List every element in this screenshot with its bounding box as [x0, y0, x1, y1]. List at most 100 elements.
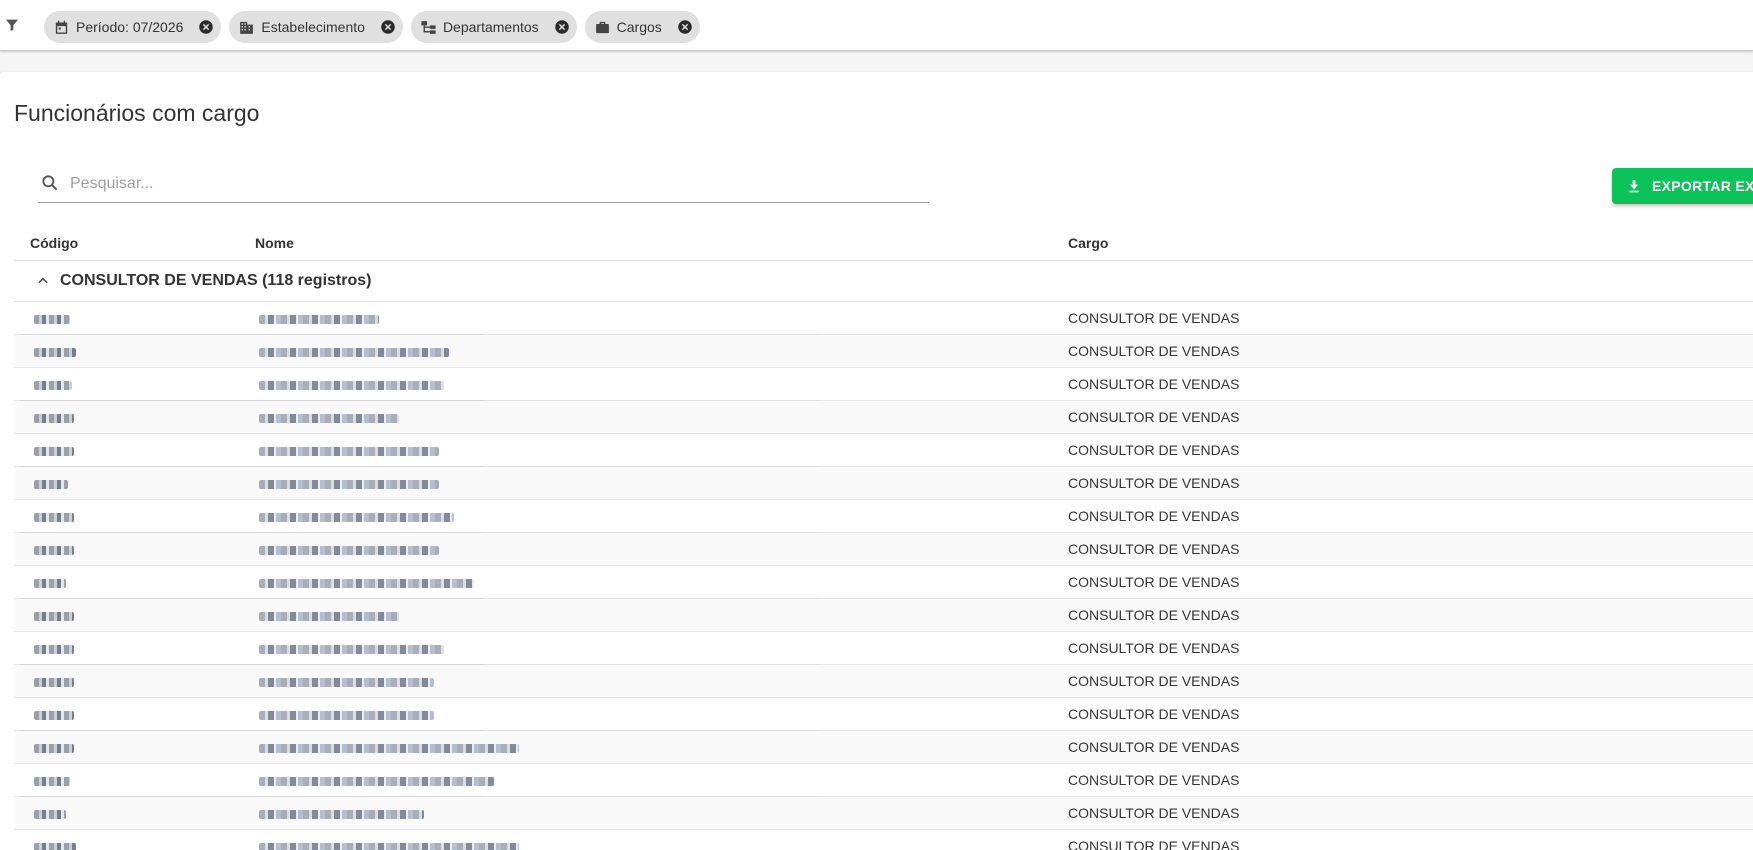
- employee-name-redacted: [259, 777, 494, 786]
- employee-cargo: CONSULTOR DE VENDAS: [1068, 673, 1240, 689]
- filter-chips: Período: 07/2026 Estabelecimento Departa…: [44, 11, 700, 43]
- employee-code-redacted: [34, 711, 74, 720]
- employee-name-redacted: [259, 546, 439, 555]
- table-row[interactable]: CONSULTOR DE VENDAS: [14, 797, 1753, 830]
- employee-code-redacted: [34, 645, 74, 654]
- employee-code-redacted: [34, 678, 74, 687]
- employee-name-redacted: [259, 744, 519, 753]
- table-row[interactable]: CONSULTOR DE VENDAS: [14, 500, 1753, 535]
- chip-label: Departamentos: [442, 19, 539, 35]
- table-row[interactable]: CONSULTOR DE VENDAS: [14, 533, 1753, 566]
- chip-periodo[interactable]: Período: 07/2026: [44, 11, 222, 43]
- table-row[interactable]: CONSULTOR DE VENDAS: [14, 566, 1753, 601]
- employee-name-redacted: [259, 447, 439, 456]
- employee-code-redacted: [34, 810, 66, 819]
- close-icon[interactable]: [197, 18, 215, 36]
- employee-code-redacted: [34, 579, 66, 588]
- table-row[interactable]: CONSULTOR DE VENDAS: [14, 698, 1753, 733]
- redacted-text: [259, 381, 444, 390]
- employee-code-redacted: [34, 744, 74, 753]
- search-icon: [40, 173, 60, 193]
- redacted-text: [259, 744, 519, 753]
- table-row[interactable]: CONSULTOR DE VENDAS: [14, 302, 1753, 337]
- redacted-text: [259, 546, 439, 555]
- table-row[interactable]: CONSULTOR DE VENDAS: [14, 434, 1753, 469]
- building-icon: [238, 19, 255, 36]
- employee-name-redacted: [259, 612, 399, 621]
- table-row[interactable]: CONSULTOR DE VENDAS: [14, 764, 1753, 799]
- column-header-cargo[interactable]: Cargo: [1068, 235, 1108, 251]
- employee-cargo: CONSULTOR DE VENDAS: [1068, 739, 1240, 755]
- group-label: CONSULTOR DE VENDAS (118 registros): [60, 272, 372, 289]
- chip-cargos[interactable]: Cargos: [584, 11, 700, 43]
- employee-cargo: CONSULTOR DE VENDAS: [1068, 607, 1240, 623]
- chip-label: Período: 07/2026: [76, 19, 184, 35]
- redacted-text: [259, 810, 424, 819]
- table-row[interactable]: CONSULTOR DE VENDAS: [14, 665, 1753, 698]
- column-header-name[interactable]: Nome: [255, 235, 294, 251]
- table-row[interactable]: CONSULTOR DE VENDAS: [14, 368, 1753, 403]
- employee-code-redacted: [34, 843, 76, 850]
- group-row[interactable]: CONSULTOR DE VENDAS (118 registros): [14, 261, 1753, 302]
- employee-cargo: CONSULTOR DE VENDAS: [1068, 574, 1240, 590]
- employee-cargo: CONSULTOR DE VENDAS: [1068, 706, 1240, 722]
- table-row[interactable]: CONSULTOR DE VENDAS: [14, 830, 1753, 850]
- redacted-text: [259, 645, 444, 654]
- table-row[interactable]: CONSULTOR DE VENDAS: [14, 401, 1753, 434]
- employee-code-redacted: [34, 612, 74, 621]
- employees-table: Código Nome Cargo CONSULTOR DE VENDAS (1…: [14, 225, 1753, 850]
- close-icon[interactable]: [553, 18, 571, 36]
- filter-bar: Período: 07/2026 Estabelecimento Departa…: [0, 0, 1753, 51]
- employee-cargo: CONSULTOR DE VENDAS: [1068, 310, 1240, 326]
- table-row[interactable]: CONSULTOR DE VENDAS: [14, 731, 1753, 764]
- redacted-text: [34, 678, 74, 687]
- employee-name-redacted: [259, 678, 434, 687]
- employee-code-redacted: [34, 414, 74, 423]
- export-excel-button[interactable]: EXPORTAR EXCEL: [1612, 168, 1753, 204]
- redacted-text: [259, 711, 434, 720]
- column-header-code[interactable]: Código: [30, 235, 78, 251]
- table-row[interactable]: CONSULTOR DE VENDAS: [14, 335, 1753, 368]
- chip-departamentos[interactable]: Departamentos: [410, 11, 577, 43]
- download-icon: [1626, 178, 1642, 194]
- employee-cargo: CONSULTOR DE VENDAS: [1068, 541, 1240, 557]
- employee-code-redacted: [34, 546, 74, 555]
- briefcase-icon: [594, 19, 611, 36]
- redacted-text: [259, 315, 379, 324]
- employee-cargo: CONSULTOR DE VENDAS: [1068, 640, 1240, 656]
- employee-name-redacted: [259, 645, 444, 654]
- report-card: Funcionários com cargo EXPORTAR EXCEL Có…: [0, 72, 1753, 850]
- chevron-up-icon[interactable]: [36, 274, 50, 288]
- employee-name-redacted: [259, 315, 379, 324]
- redacted-text: [34, 810, 66, 819]
- employee-cargo: CONSULTOR DE VENDAS: [1068, 343, 1240, 359]
- redacted-text: [34, 480, 68, 489]
- employee-cargo: CONSULTOR DE VENDAS: [1068, 409, 1240, 425]
- chip-estabelecimento[interactable]: Estabelecimento: [229, 11, 403, 43]
- table-row[interactable]: CONSULTOR DE VENDAS: [14, 467, 1753, 500]
- table-header: Código Nome Cargo: [14, 225, 1753, 261]
- table-row[interactable]: CONSULTOR DE VENDAS: [14, 632, 1753, 667]
- close-icon[interactable]: [676, 18, 694, 36]
- table-body: CONSULTOR DE VENDAS CONSULTOR DE VENDAS CO…: [14, 302, 1753, 850]
- employee-cargo: CONSULTOR DE VENDAS: [1068, 838, 1240, 850]
- redacted-text: [34, 645, 74, 654]
- search-box: [38, 166, 929, 203]
- close-icon[interactable]: [379, 18, 397, 36]
- employee-name-redacted: [259, 381, 444, 390]
- filter-icon[interactable]: [4, 17, 20, 33]
- redacted-text: [259, 414, 399, 423]
- redacted-text: [259, 843, 519, 850]
- employee-code-redacted: [34, 480, 68, 489]
- redacted-text: [259, 612, 399, 621]
- search-input[interactable]: [68, 170, 922, 198]
- employee-name-redacted: [259, 843, 519, 850]
- table-row[interactable]: CONSULTOR DE VENDAS: [14, 599, 1753, 632]
- employee-code-redacted: [34, 315, 70, 324]
- employee-cargo: CONSULTOR DE VENDAS: [1068, 442, 1240, 458]
- redacted-text: [259, 447, 439, 456]
- employee-cargo: CONSULTOR DE VENDAS: [1068, 805, 1240, 821]
- employee-code-redacted: [34, 513, 74, 522]
- redacted-text: [34, 447, 74, 456]
- chip-label: Estabelecimento: [261, 19, 365, 35]
